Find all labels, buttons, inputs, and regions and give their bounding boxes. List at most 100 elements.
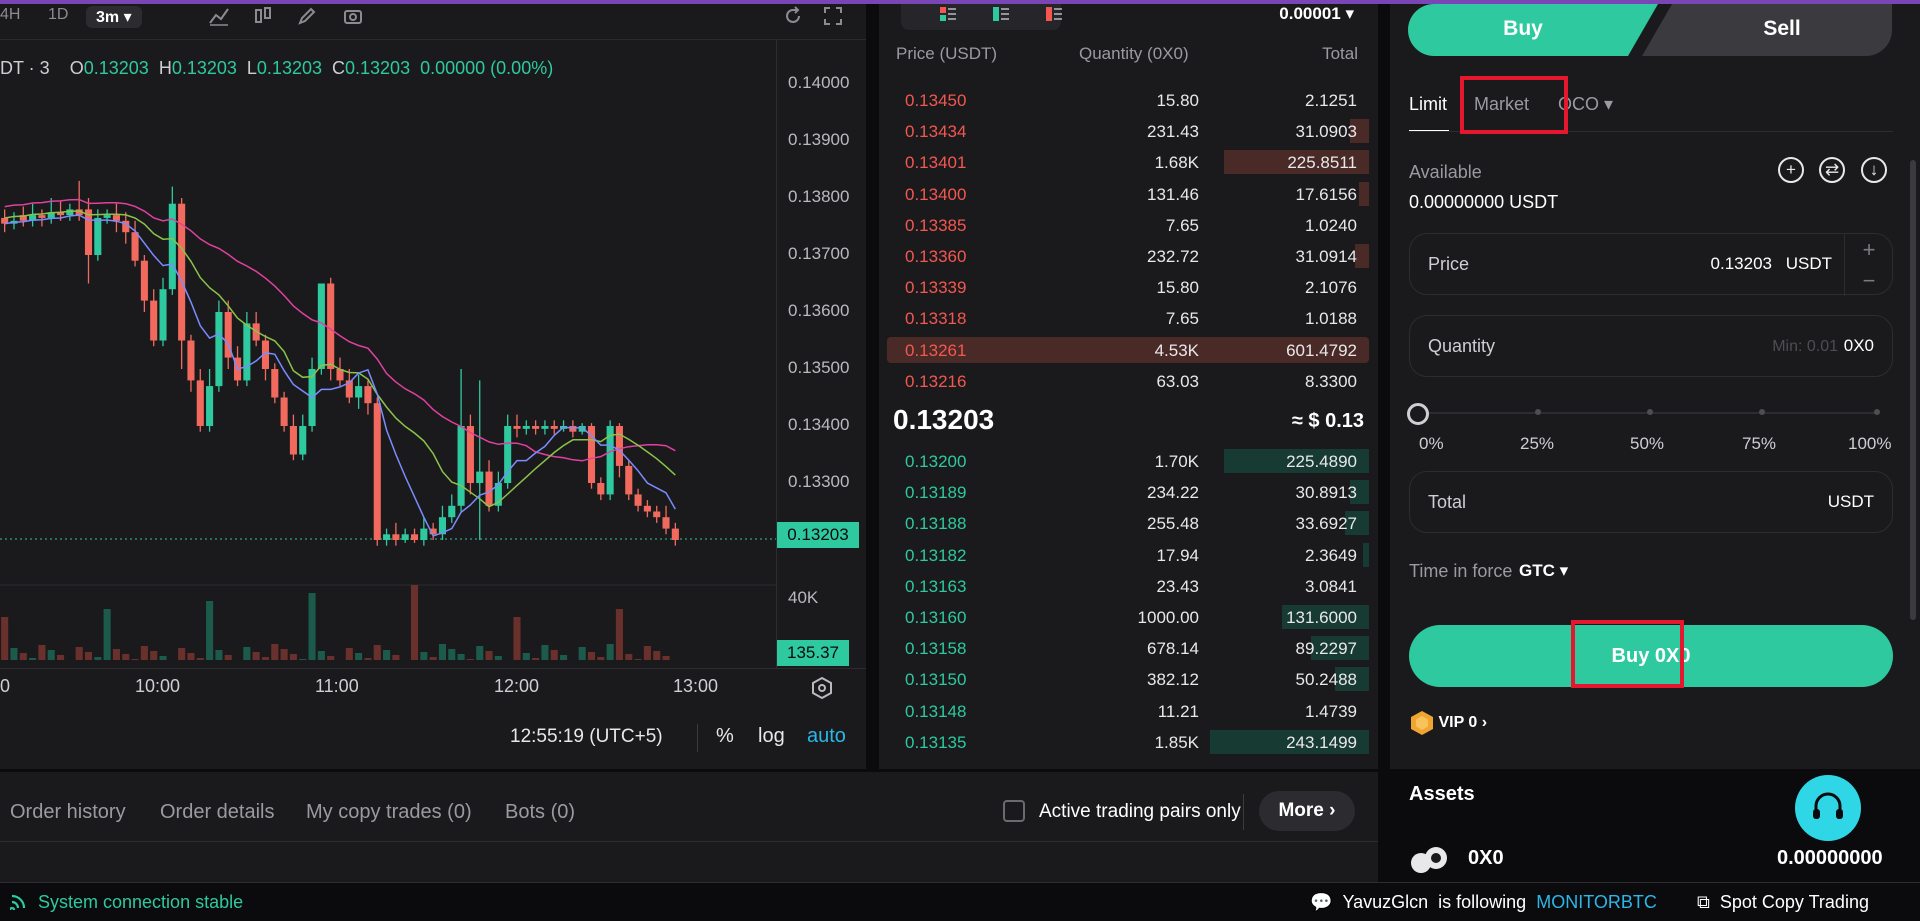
volume-axis-label: 40K: [788, 588, 819, 607]
slider-step-25[interactable]: [1535, 409, 1541, 415]
timeframe-1d[interactable]: 1D: [48, 6, 68, 24]
price-increment-button[interactable]: +: [1845, 234, 1893, 265]
connection-status: System connection stable: [8, 892, 244, 914]
price-decrement-button[interactable]: −: [1845, 265, 1893, 296]
candle-body: [625, 465, 633, 495]
download-icon[interactable]: ↓: [1861, 157, 1887, 183]
timeframe-3m-selector[interactable]: 3m ▾: [86, 6, 142, 28]
orderbook-last-price: 0.13203: [893, 404, 995, 435]
view-asks-icon[interactable]: [1045, 6, 1063, 22]
volume-bar: [560, 655, 568, 660]
buy-tab[interactable]: Buy: [1408, 4, 1658, 56]
ask-row[interactable]: 0.13360 232.72 31.0914: [887, 243, 1369, 269]
candle-body: [401, 534, 409, 540]
price-axis-label: 0.13400: [788, 415, 850, 434]
tab-my-copy-trades[interactable]: My copy trades (0): [306, 801, 472, 824]
bid-row[interactable]: 0.13188 255.48 33.6927: [887, 510, 1369, 536]
price-field[interactable]: Price 0.13203 USDT + −: [1409, 233, 1893, 296]
vip-level-link[interactable]: VIP 0 ›: [1410, 710, 1487, 738]
volume-bar: [280, 649, 288, 660]
bid-row[interactable]: 0.13160 1000.00 131.6000: [887, 604, 1369, 630]
bid-row[interactable]: 0.13148 11.21 1.4739: [887, 698, 1369, 724]
volume-bar: [457, 654, 465, 660]
transfer-icon[interactable]: ⇄: [1819, 157, 1845, 183]
bid-row[interactable]: 0.13163 23.43 3.0841: [887, 573, 1369, 599]
volume-bar: [112, 649, 120, 660]
slider-label-100: 100%: [1848, 434, 1892, 453]
bid-row[interactable]: 0.13182 17.94 2.3649: [887, 542, 1369, 568]
volume-bar: [587, 652, 596, 660]
support-headset-button[interactable]: [1795, 775, 1861, 841]
ask-row[interactable]: 0.13434 231.43 31.0903: [887, 118, 1369, 144]
total-field[interactable]: Total USDT: [1409, 471, 1893, 533]
deposit-plus-icon[interactable]: +: [1778, 157, 1804, 183]
ask-quantity: 131.46: [1147, 184, 1199, 204]
slider-step-75[interactable]: [1759, 409, 1765, 415]
view-bids-icon[interactable]: [992, 6, 1010, 22]
tab-limit[interactable]: Limit: [1409, 94, 1447, 115]
ask-row[interactable]: 0.13339 15.80 2.1076: [887, 274, 1369, 300]
bid-quantity: 1.85K: [1154, 732, 1199, 752]
timeframe-4h[interactable]: 4H: [0, 6, 20, 24]
screenshot-camera-icon[interactable]: [342, 5, 364, 27]
tab-order-history[interactable]: Order history: [10, 801, 126, 824]
candle-body: [392, 534, 400, 540]
view-both-icon[interactable]: [939, 6, 957, 22]
ask-row[interactable]: 0.13318 7.65 1.0188: [887, 305, 1369, 331]
active-pairs-checkbox[interactable]: [1003, 800, 1025, 822]
ask-price: 0.13360: [905, 247, 967, 266]
follower-name: YavuzGlcn: [1342, 892, 1429, 912]
bid-row[interactable]: 0.13158 678.14 89.2297: [887, 635, 1369, 661]
quantity-field[interactable]: Quantity Min: 0.01 0X0: [1409, 315, 1893, 377]
indicators-icon[interactable]: [208, 5, 230, 27]
connection-status-text: System connection stable: [38, 892, 244, 912]
chart-panel: 4H 1D 3m ▾ DT · 3 O0.13203 H0.13203 L0.1…: [0, 4, 866, 769]
volume-bar: [429, 657, 437, 660]
volume-bar: [224, 655, 232, 660]
percent-scale-button[interactable]: %: [716, 725, 734, 748]
draw-pencil-icon[interactable]: [296, 5, 318, 27]
orders-divider: [0, 841, 1378, 842]
candle-body: [271, 369, 279, 398]
vip-gem-icon: [1410, 710, 1434, 736]
trade-panel-scrollbar[interactable]: [1910, 160, 1916, 620]
chart-footer-separator: [697, 724, 698, 752]
fullscreen-icon[interactable]: [822, 5, 844, 27]
sell-tab[interactable]: Sell: [1642, 4, 1892, 56]
ask-price: 0.13450: [905, 91, 967, 110]
spot-copy-trading-link[interactable]: ⧉ Spot Copy Trading: [1697, 892, 1869, 913]
amount-slider-handle[interactable]: [1407, 403, 1429, 425]
tab-order-details[interactable]: Order details: [160, 801, 275, 824]
tab-bots[interactable]: Bots (0): [505, 801, 575, 824]
time-in-force-selector[interactable]: GTC ▾: [1519, 561, 1568, 581]
bid-depth-bar: [1363, 542, 1369, 567]
ob-header-total: Total: [1322, 44, 1358, 63]
ask-row[interactable]: 0.13400 131.46 17.6156: [887, 181, 1369, 207]
ask-row[interactable]: 0.13401 1.68K 225.8511: [887, 149, 1369, 175]
bid-row[interactable]: 0.13135 1.85K 243.1499: [887, 729, 1369, 755]
ask-row[interactable]: 0.13216 63.03 8.3300: [887, 368, 1369, 394]
copy-trade-ticker[interactable]: 💬 YavuzGlcn is following MONITORBTC: [1310, 892, 1657, 913]
slider-step-100[interactable]: [1874, 409, 1880, 415]
bid-row[interactable]: 0.13150 382.12 50.2488: [887, 666, 1369, 692]
volume-bar: [75, 647, 83, 660]
ask-row[interactable]: 0.13450 15.80 2.1251: [887, 87, 1369, 113]
auto-scale-button[interactable]: auto: [807, 725, 846, 748]
chart-type-icon[interactable]: [252, 5, 274, 27]
bid-row[interactable]: 0.13189 234.22 30.8913: [887, 479, 1369, 505]
available-label: Available: [1409, 162, 1482, 182]
refresh-icon[interactable]: [782, 5, 804, 27]
precision-selector[interactable]: 0.00001 ▾: [1279, 4, 1354, 24]
chart-settings-icon[interactable]: [810, 676, 834, 700]
candle-body: [448, 505, 456, 518]
candle-body: [327, 283, 335, 369]
ask-total: 2.1076: [1305, 278, 1357, 298]
ask-row[interactable]: 0.13385 7.65 1.0240: [887, 212, 1369, 238]
ask-row[interactable]: 0.13261 4.53K 601.4792: [887, 336, 1369, 363]
candle-body: [206, 386, 214, 426]
log-scale-button[interactable]: log: [758, 725, 785, 748]
bid-row[interactable]: 0.13200 1.70K 225.4890: [887, 448, 1369, 474]
more-button[interactable]: More ›: [1259, 791, 1355, 831]
candlestick-chart[interactable]: [0, 40, 776, 660]
slider-step-50[interactable]: [1647, 409, 1653, 415]
